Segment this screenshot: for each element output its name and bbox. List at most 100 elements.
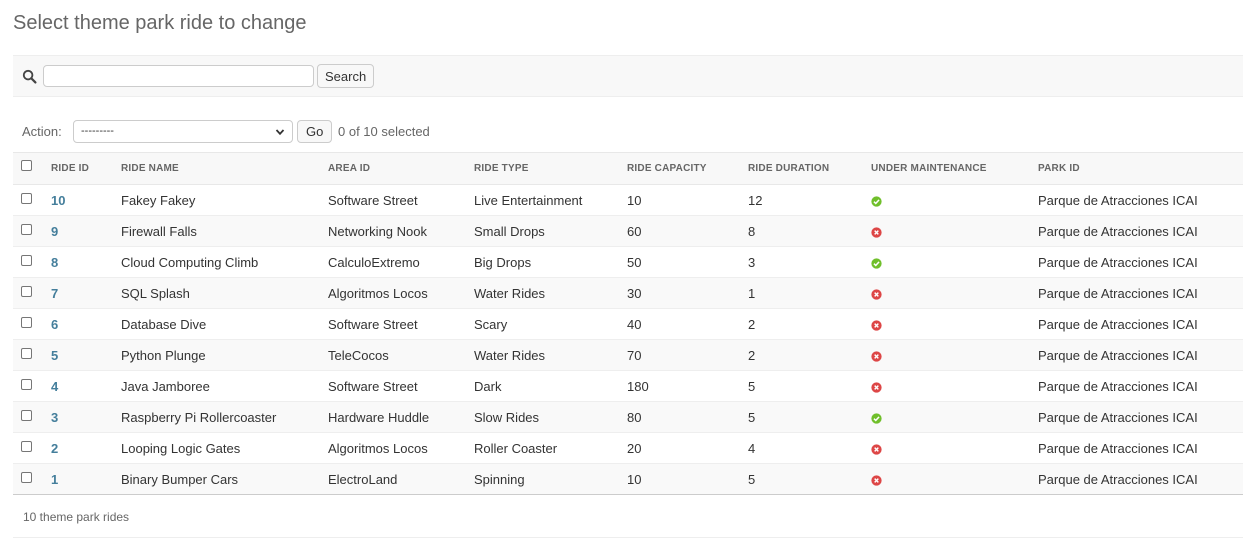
table-row: 9 Firewall Falls Networking Nook Small Drop… <box>13 215 1243 247</box>
action-select[interactable]: --------- <box>73 120 293 143</box>
ride-name-cell: Raspberry Pi Rollercoaster <box>113 401 320 433</box>
go-button[interactable]: Go <box>297 120 333 143</box>
ride-name-cell: Looping Logic Gates <box>113 432 320 464</box>
area-id-cell: Software Street <box>320 308 466 340</box>
icon-no <box>871 226 882 238</box>
row-checkbox[interactable] <box>21 409 32 421</box>
area-id-cell: ElectroLand <box>320 463 466 495</box>
column-header[interactable]: AREA ID <box>320 152 466 185</box>
row-checkbox[interactable] <box>21 223 32 235</box>
maintenance-cell <box>863 401 1030 433</box>
park-id-cell: Parque de Atracciones ICAI <box>1030 370 1243 402</box>
ride-id-link[interactable]: 3 <box>51 410 58 425</box>
park-id-cell: Parque de Atracciones ICAI <box>1030 246 1243 278</box>
ride-id-link[interactable]: 6 <box>51 317 58 332</box>
icon-no <box>871 443 882 455</box>
ride-duration-cell: 5 <box>740 401 863 433</box>
ride-capacity-cell: 10 <box>619 463 740 495</box>
row-checkbox[interactable] <box>21 378 32 390</box>
action-select-value: --------- <box>81 125 114 137</box>
ride-type-cell: Dark <box>466 370 619 402</box>
park-id-cell: Parque de Atracciones ICAI <box>1030 277 1243 309</box>
icon-yes <box>871 195 882 207</box>
select-all-checkbox[interactable] <box>21 159 32 171</box>
table-row: 7 SQL Splash Algoritmos Locos Water Rides 30… <box>13 277 1243 309</box>
ride-capacity-cell: 50 <box>619 246 740 278</box>
column-header[interactable]: RIDE DURATION <box>740 152 863 185</box>
row-checkbox[interactable] <box>21 254 32 266</box>
row-select-cell <box>13 184 43 216</box>
search-input[interactable] <box>43 65 314 87</box>
row-checkbox[interactable] <box>21 347 32 359</box>
area-id-cell: Networking Nook <box>320 215 466 247</box>
search-icon <box>22 69 37 84</box>
row-checkbox[interactable] <box>21 192 32 204</box>
ride-type-cell: Small Drops <box>466 215 619 247</box>
area-id-cell: CalculoExtremo <box>320 246 466 278</box>
ride-duration-cell: 12 <box>740 184 863 216</box>
column-header[interactable]: RIDE ID <box>43 152 113 185</box>
area-id-cell: TeleCocos <box>320 339 466 371</box>
park-id-cell: Parque de Atracciones ICAI <box>1030 432 1243 464</box>
ride-id-link[interactable]: 5 <box>51 348 58 363</box>
icon-no <box>871 288 882 300</box>
row-select-cell <box>13 401 43 433</box>
column-header[interactable]: PARK ID <box>1030 152 1243 185</box>
ride-id-link[interactable]: 4 <box>51 379 58 394</box>
area-id-cell: Software Street <box>320 370 466 402</box>
ride-id-link[interactable]: 9 <box>51 224 58 239</box>
ride-capacity-cell: 70 <box>619 339 740 371</box>
area-id-cell: Algoritmos Locos <box>320 277 466 309</box>
ride-name-cell: Binary Bumper Cars <box>113 463 320 495</box>
icon-no <box>871 319 882 331</box>
column-header[interactable]: RIDE CAPACITY <box>619 152 740 185</box>
ride-id-link[interactable]: 7 <box>51 286 58 301</box>
maintenance-cell <box>863 184 1030 216</box>
ride-duration-cell: 2 <box>740 339 863 371</box>
result-count: 10 theme park rides <box>23 510 130 524</box>
row-checkbox[interactable] <box>21 440 32 452</box>
ride-duration-cell: 5 <box>740 370 863 402</box>
park-id-cell: Parque de Atracciones ICAI <box>1030 184 1243 216</box>
ride-capacity-cell: 60 <box>619 215 740 247</box>
column-header[interactable]: RIDE TYPE <box>466 152 619 185</box>
row-checkbox[interactable] <box>21 471 32 483</box>
ride-name-cell: Fakey Fakey <box>113 184 320 216</box>
row-select-cell <box>13 277 43 309</box>
ride-capacity-cell: 80 <box>619 401 740 433</box>
table-row: 4 Java Jamboree Software Street Dark 180 5 Par… <box>13 370 1243 402</box>
chevron-down-icon <box>275 129 285 136</box>
ride-id-link[interactable]: 1 <box>51 472 58 487</box>
table-row: 10 Fakey Fakey Software Street Live Enterta… <box>13 184 1243 216</box>
ride-id-cell: 8 <box>43 246 113 278</box>
ride-id-cell: 6 <box>43 308 113 340</box>
row-select-cell <box>13 339 43 371</box>
column-header[interactable]: UNDER MAINTENANCE <box>863 152 1030 185</box>
ride-id-link[interactable]: 10 <box>51 193 65 208</box>
icon-yes <box>871 412 882 424</box>
search-button[interactable]: Search <box>317 64 375 88</box>
column-header[interactable]: RIDE NAME <box>113 152 320 185</box>
table-row: 3 Raspberry Pi Rollercoaster Hardware Hudd… <box>13 401 1243 433</box>
maintenance-cell <box>863 370 1030 402</box>
ride-capacity-cell: 40 <box>619 308 740 340</box>
ride-id-link[interactable]: 8 <box>51 255 58 270</box>
maintenance-cell <box>863 308 1030 340</box>
row-checkbox[interactable] <box>21 285 32 297</box>
ride-id-cell: 9 <box>43 215 113 247</box>
ride-capacity-cell: 180 <box>619 370 740 402</box>
ride-id-link[interactable]: 2 <box>51 441 58 456</box>
search-toolbar: Search <box>13 55 1243 97</box>
table-row: 2 Looping Logic Gates Algoritmos Locos Roll… <box>13 432 1243 464</box>
icon-yes <box>871 257 882 269</box>
maintenance-cell <box>863 432 1030 464</box>
row-select-cell <box>13 370 43 402</box>
ride-name-cell: Firewall Falls <box>113 215 320 247</box>
ride-name-cell: Java Jamboree <box>113 370 320 402</box>
ride-duration-cell: 2 <box>740 308 863 340</box>
area-id-cell: Hardware Huddle <box>320 401 466 433</box>
action-label: Action: <box>22 124 62 139</box>
ride-id-cell: 10 <box>43 184 113 216</box>
row-select-cell <box>13 308 43 340</box>
row-checkbox[interactable] <box>21 316 32 328</box>
